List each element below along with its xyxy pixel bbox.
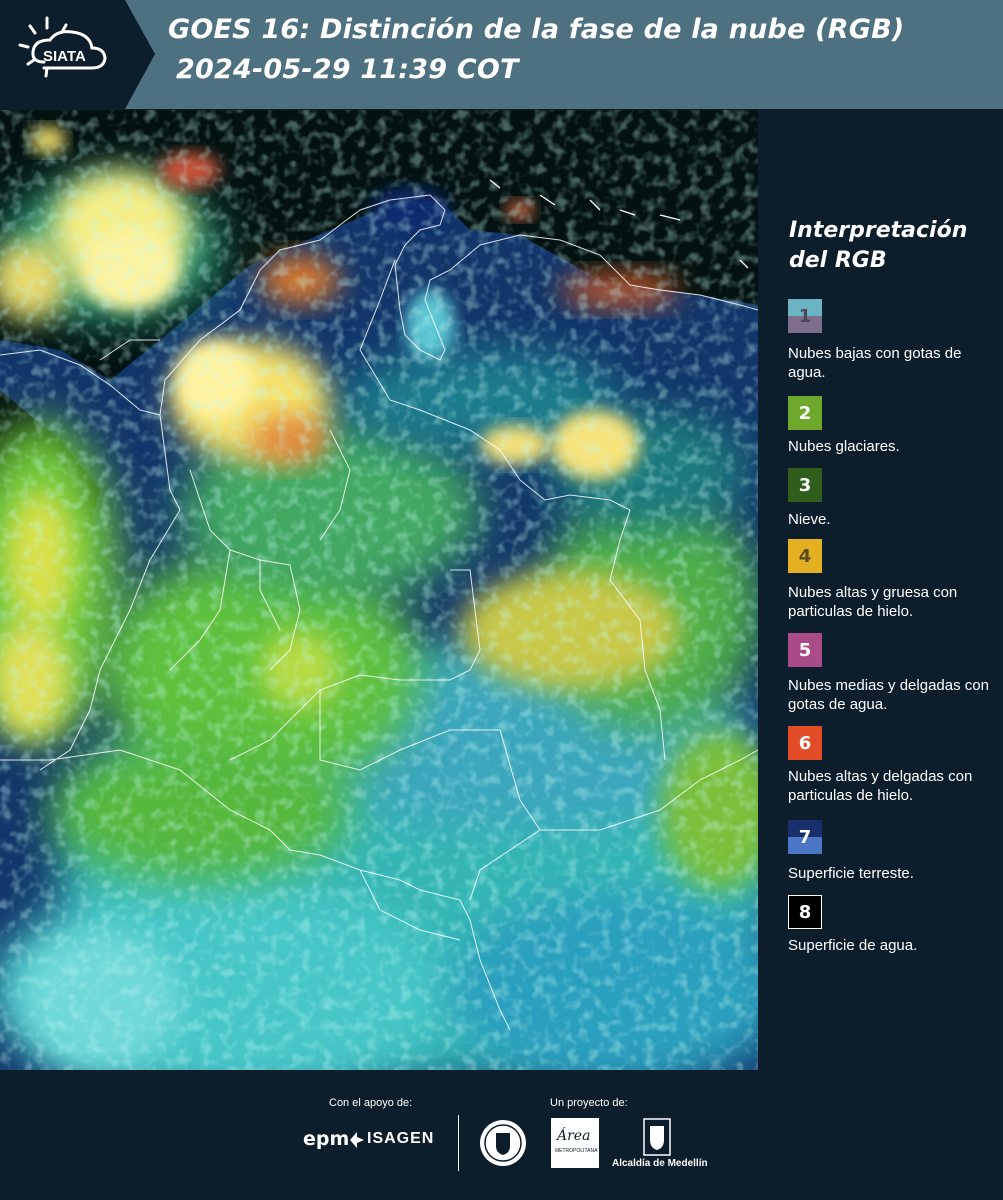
area-metropolitana-logo[interactable]: Área METROPOLITANA (551, 1118, 599, 1168)
siata-logo-text: SIATA (43, 48, 86, 65)
isagen-icon (350, 1132, 364, 1148)
legend-label-4: Nubes altas y gruesa con particulas de h… (788, 584, 958, 620)
legend-swatch-4: 4 (788, 539, 822, 573)
epm-logo[interactable]: epm (303, 1128, 349, 1150)
legend-swatch-1: 1 (788, 299, 822, 333)
legend-label-1: Nubes bajas con gotas de agua. (788, 345, 962, 381)
alcaldia-seal-icon[interactable] (643, 1118, 671, 1156)
legend-label-7: Superficie terreste. (788, 865, 914, 882)
footer: Con el apoyo de: Un proyecto de: epm ISA… (0, 1070, 1003, 1200)
area-logo-subtext: METROPOLITANA (555, 1148, 598, 1154)
legend-swatch-6: 6 (788, 726, 822, 760)
alcaldia-label: Alcaldía de Medellín (612, 1158, 708, 1169)
legend-swatch-7: 7 (788, 820, 822, 854)
siata-logo-tab[interactable]: SIATA (0, 0, 155, 109)
legend-panel: Interpretación del RGB 1 Nubes bajas con… (758, 110, 1003, 1070)
footer-divider (458, 1115, 459, 1171)
support-label: Con el apoyo de: (329, 1097, 413, 1109)
project-label: Un proyecto de: (550, 1097, 628, 1109)
legend-label-5: Nubes medias y delgadas con gotas de agu… (788, 677, 989, 713)
legend-label-6: Nubes altas y delgadas con particulas de… (788, 768, 973, 804)
legend-swatch-5: 5 (788, 633, 822, 667)
legend-label-8: Superficie de agua. (788, 937, 918, 954)
legend-swatch-2: 2 (788, 396, 822, 430)
legend-title: Interpretación del RGB (789, 218, 968, 273)
header-bar: SIATA GOES 16: Distinción de la fase de … (0, 0, 1003, 109)
legend-swatch-3: 3 (788, 468, 822, 502)
isagen-logo[interactable]: ISAGEN (367, 1130, 434, 1148)
legend-label-2: Nubes glaciares. (788, 438, 900, 455)
rgb-composite-image (0, 110, 758, 1070)
medellin-seal-icon[interactable] (478, 1118, 528, 1168)
legend-swatch-8: 8 (788, 895, 822, 929)
satellite-map[interactable] (0, 110, 758, 1070)
timestamp-title: 2024-05-29 11:39 COT (176, 54, 519, 85)
page-title: GOES 16: Distinción de la fase de la nub… (168, 14, 905, 45)
legend-label-3: Nieve. (788, 511, 831, 528)
area-logo-text: Área (557, 1128, 591, 1144)
